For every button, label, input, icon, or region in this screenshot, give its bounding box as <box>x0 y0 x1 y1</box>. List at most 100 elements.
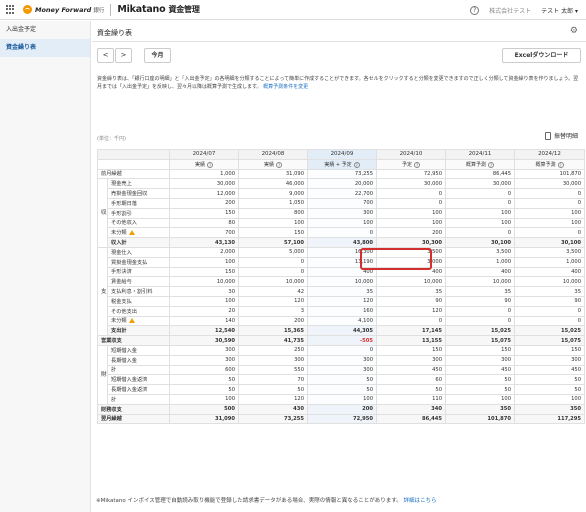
value-cell[interactable]: 15,025 <box>445 325 515 337</box>
value-cell[interactable]: 450 <box>445 364 515 376</box>
next-month-button[interactable]: > <box>115 48 132 63</box>
value-cell[interactable]: 300 <box>169 344 239 356</box>
value-cell[interactable]: 0 <box>514 188 585 199</box>
value-cell[interactable]: 120 <box>238 295 308 307</box>
value-cell[interactable]: 340 <box>376 403 446 415</box>
value-cell[interactable]: 30,590 <box>169 335 239 346</box>
value-cell[interactable]: 30,300 <box>376 237 446 248</box>
value-cell[interactable]: 0 <box>514 305 585 317</box>
value-cell[interactable]: 120 <box>238 393 308 405</box>
value-cell[interactable]: 0 <box>514 197 585 209</box>
value-cell[interactable]: 200 <box>376 227 446 239</box>
value-cell[interactable]: 150 <box>238 227 308 239</box>
value-cell[interactable]: 350 <box>445 403 515 415</box>
value-cell[interactable]: 100 <box>445 207 515 219</box>
value-cell[interactable]: 50 <box>238 384 308 395</box>
sidebar-item-schedule[interactable]: 入出金予定 <box>0 21 90 39</box>
value-cell[interactable]: 73,255 <box>307 168 377 180</box>
value-cell[interactable]: 700 <box>307 197 377 209</box>
value-cell[interactable]: 86,445 <box>445 168 515 180</box>
value-cell[interactable]: 110 <box>376 393 446 405</box>
value-cell[interactable]: 100 <box>169 256 239 268</box>
value-cell[interactable]: 450 <box>376 364 446 376</box>
value-cell[interactable]: 0 <box>514 315 585 327</box>
value-cell[interactable]: 0 <box>445 188 515 199</box>
help-icon[interactable]: ? <box>414 161 420 168</box>
value-cell[interactable]: 0 <box>445 197 515 209</box>
value-cell[interactable]: 3 <box>238 305 308 317</box>
value-cell[interactable]: 300 <box>307 364 377 376</box>
value-cell[interactable]: 10,000 <box>169 276 239 288</box>
change-forecast-link[interactable]: 概算予測条件を変更 <box>263 84 308 90</box>
value-cell[interactable]: 5,000 <box>238 246 308 258</box>
value-cell[interactable]: 0 <box>514 227 585 239</box>
value-cell[interactable]: 100 <box>376 217 446 229</box>
value-cell[interactable]: 72,950 <box>307 413 377 425</box>
value-cell[interactable]: 101,870 <box>514 168 585 180</box>
value-cell[interactable]: 2,000 <box>169 246 239 258</box>
value-cell[interactable]: 90 <box>445 295 515 307</box>
value-cell[interactable]: 31,090 <box>238 168 308 180</box>
value-cell[interactable]: 1,000 <box>169 168 239 180</box>
value-cell[interactable]: 10,000 <box>238 276 308 288</box>
value-cell[interactable]: 300 <box>238 354 308 366</box>
brand-logo[interactable]: Money Forward 銀行 <box>23 5 104 14</box>
value-cell[interactable]: 100 <box>169 295 239 307</box>
value-cell[interactable]: 300 <box>445 354 515 366</box>
excel-download-button[interactable]: Excelダウンロード <box>502 48 581 63</box>
value-cell[interactable]: 72,950 <box>376 168 446 180</box>
value-cell[interactable]: 0 <box>376 197 446 209</box>
value-cell[interactable]: 17,145 <box>376 325 446 337</box>
value-cell[interactable]: 430 <box>238 403 308 415</box>
value-cell[interactable]: 50 <box>169 374 239 386</box>
value-cell[interactable]: 300 <box>307 354 377 366</box>
value-cell[interactable]: 500 <box>169 403 239 415</box>
prev-month-button[interactable]: < <box>97 48 114 63</box>
value-cell[interactable]: 73,255 <box>238 413 308 425</box>
help-icon[interactable]: ? <box>207 161 213 168</box>
app-grid-icon[interactable] <box>6 5 15 14</box>
value-cell[interactable]: 150 <box>169 207 239 219</box>
value-cell[interactable]: 100 <box>307 217 377 229</box>
value-cell[interactable]: 70 <box>238 374 308 386</box>
value-cell[interactable]: 100 <box>514 393 585 405</box>
value-cell[interactable]: 150 <box>376 344 446 356</box>
value-cell[interactable]: 13,155 <box>376 335 446 346</box>
value-cell[interactable]: 1,050 <box>238 197 308 209</box>
value-cell[interactable]: 100 <box>445 217 515 229</box>
value-cell[interactable]: 4,100 <box>307 315 377 327</box>
value-cell[interactable]: 400 <box>445 266 515 278</box>
value-cell[interactable]: 35 <box>445 286 515 297</box>
value-cell[interactable]: 30,100 <box>445 237 515 248</box>
help-icon[interactable]: ? <box>353 161 360 168</box>
value-cell[interactable]: 150 <box>514 344 585 356</box>
value-cell[interactable]: 10,000 <box>445 276 515 288</box>
value-cell[interactable]: 15,075 <box>445 335 515 346</box>
value-cell[interactable]: 90 <box>376 295 446 307</box>
value-cell[interactable]: 15,025 <box>514 325 585 337</box>
value-cell[interactable]: 0 <box>238 266 308 278</box>
help-icon[interactable]: ? <box>488 161 494 168</box>
value-cell[interactable]: 43,800 <box>307 237 377 248</box>
value-cell[interactable]: 250 <box>238 344 308 356</box>
value-cell[interactable]: 100 <box>514 217 585 229</box>
value-cell[interactable]: 0 <box>445 227 515 239</box>
value-cell[interactable]: 30,100 <box>514 237 585 248</box>
this-month-button[interactable]: 今月 <box>144 48 171 63</box>
value-cell[interactable]: 50 <box>445 384 515 395</box>
value-cell[interactable]: 41,735 <box>238 335 308 346</box>
value-cell[interactable]: 200 <box>238 315 308 327</box>
value-cell[interactable]: 160 <box>307 305 377 317</box>
value-cell[interactable]: 80 <box>169 217 239 229</box>
value-cell[interactable]: 10,000 <box>307 276 377 288</box>
value-cell[interactable]: 800 <box>238 207 308 219</box>
value-cell[interactable]: 400 <box>514 266 585 278</box>
help-icon[interactable]: ? <box>557 161 564 168</box>
value-cell[interactable]: 101,870 <box>445 413 515 425</box>
value-cell[interactable]: 0 <box>376 188 446 199</box>
value-cell[interactable]: 300 <box>376 354 446 366</box>
value-cell[interactable]: 0 <box>307 227 377 239</box>
user-menu[interactable]: テスト 太郎 ▾ <box>541 6 578 15</box>
value-cell[interactable]: 30,000 <box>376 178 446 190</box>
value-cell[interactable]: 86,445 <box>376 413 446 425</box>
